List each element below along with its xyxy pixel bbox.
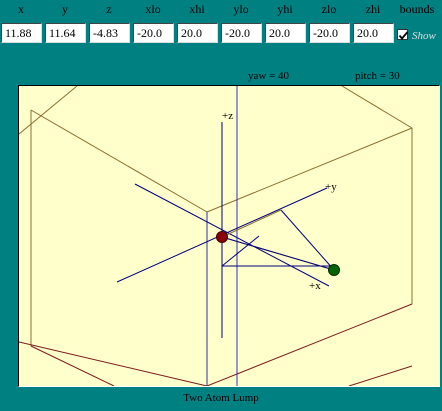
header-bounds: bounds — [399, 2, 435, 16]
z-axis-label: +z — [222, 110, 233, 122]
x-field[interactable]: 11.88 — [1, 23, 42, 43]
ylo-field[interactable]: -20.0 — [221, 23, 262, 43]
header-z: z — [106, 2, 112, 16]
bounds-checkbox[interactable] — [397, 29, 409, 40]
x-axis-label: +x — [309, 280, 321, 292]
xlo-field[interactable]: -20.0 — [133, 23, 174, 43]
y-field[interactable]: 11.64 — [45, 23, 86, 43]
bond-lines — [221, 209, 335, 271]
y-axis-label: +y — [325, 181, 337, 193]
yaw-label: yaw = 40 — [248, 70, 290, 82]
atom-green[interactable] — [328, 264, 340, 276]
scene-caption: Two Atom Lump — [183, 392, 259, 404]
z-field[interactable]: -4.83 — [89, 23, 130, 43]
pitch-label: pitch = 30 — [355, 70, 400, 82]
checkmark-icon — [398, 31, 409, 40]
header-zlo: zlo — [321, 2, 337, 16]
header-y: y — [62, 2, 68, 16]
yhi-field[interactable]: 20.0 — [265, 23, 306, 43]
header-yhi: yhi — [277, 2, 293, 16]
scene-svg: +z +y +x — [19, 86, 413, 386]
header-x: x — [18, 2, 24, 16]
xhi-field[interactable]: 20.0 — [177, 23, 218, 43]
header-zhi: zhi — [365, 2, 381, 16]
view-canvas[interactable]: +z +y +x — [18, 85, 440, 387]
header-ylo: ylo — [233, 2, 249, 16]
header-xhi: xhi — [189, 2, 205, 16]
show-label: Show — [412, 30, 436, 42]
atom-red[interactable] — [216, 231, 228, 243]
bounding-box — [19, 86, 413, 386]
zhi-field[interactable]: 20.0 — [353, 23, 394, 43]
zlo-field[interactable]: -20.0 — [309, 23, 350, 43]
header-xlo: xlo — [145, 2, 161, 16]
